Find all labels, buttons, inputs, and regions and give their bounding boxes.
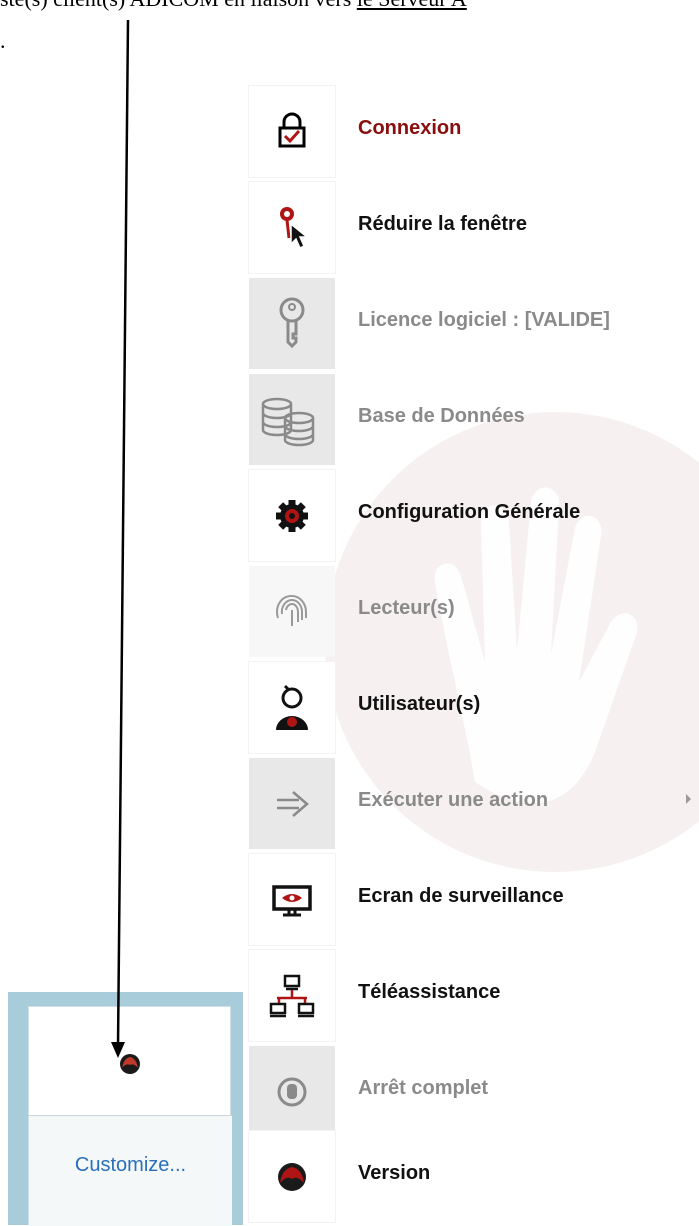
menu-item-label: Version bbox=[358, 1162, 431, 1184]
monitor-eye-icon bbox=[249, 854, 335, 945]
lock-check-icon bbox=[249, 86, 335, 177]
menu-item-label: Téléassistance bbox=[358, 981, 501, 1003]
gear-icon bbox=[249, 470, 335, 561]
arrow-right-icon bbox=[249, 758, 335, 849]
menu-item-label: Base de Données bbox=[358, 405, 525, 427]
menu-item-version[interactable]: Version bbox=[245, 1129, 699, 1225]
tray-popup-panel: Customize... bbox=[28, 1006, 232, 1226]
menu-item-label: Lecteur(s) bbox=[358, 597, 455, 619]
menu-item-label: Arrêt complet bbox=[358, 1077, 489, 1099]
menu-item-label: Exécuter une action bbox=[358, 789, 549, 811]
document-text-line2: . bbox=[0, 28, 6, 53]
menu-item-executer[interactable]: Exécuter une action bbox=[245, 756, 699, 852]
document-text-line: ste(s) client(s) ADICOM en liaison vers … bbox=[0, 0, 699, 12]
menu-item-label: Ecran de surveillance bbox=[358, 885, 564, 907]
menu-item-label: Configuration Générale bbox=[358, 501, 581, 523]
menu-item-ecran-surveillance[interactable]: Ecran de surveillance bbox=[245, 852, 699, 948]
tray-icon-area bbox=[29, 1007, 232, 1115]
menu-item-label: Réduire la fenêtre bbox=[358, 213, 527, 235]
menu-item-label: Licence logiciel : [VALIDE] bbox=[358, 309, 610, 331]
menu-item-reduire[interactable]: Réduire la fenêtre bbox=[245, 180, 699, 276]
menu-item-label: Connexion bbox=[358, 117, 462, 139]
fingerprint-icon bbox=[249, 566, 335, 657]
menu-item-connexion[interactable]: Connexion bbox=[245, 84, 699, 180]
app-logo-icon[interactable] bbox=[117, 1051, 143, 1077]
app-logo-icon bbox=[249, 1131, 335, 1222]
menu-item-arret-complet[interactable]: Arrêt complet bbox=[245, 1044, 699, 1140]
submenu-arrow-icon bbox=[686, 794, 691, 804]
menu-item-configuration[interactable]: Configuration Générale bbox=[245, 468, 699, 564]
menu-item-label: Utilisateur(s) bbox=[358, 693, 481, 715]
menu-item-base-de-donnees[interactable]: Base de Données bbox=[245, 372, 699, 468]
menu-item-teleassistance[interactable]: Téléassistance bbox=[245, 948, 699, 1044]
customize-link[interactable]: Customize... bbox=[29, 1154, 232, 1177]
network-icon bbox=[249, 950, 335, 1041]
key-icon bbox=[249, 278, 335, 369]
cursor-pin-icon bbox=[249, 182, 335, 273]
document-text-underlined: le Serveur A bbox=[357, 0, 467, 11]
menu-item-licence[interactable]: Licence logiciel : [VALIDE] bbox=[245, 276, 699, 372]
document-text: ste(s) client(s) ADICOM en liaison vers bbox=[0, 0, 357, 11]
menu-item-utilisateurs[interactable]: Utilisateur(s) bbox=[245, 660, 699, 756]
tray-overflow-popup: Customize... bbox=[8, 992, 243, 1226]
user-icon bbox=[249, 662, 335, 753]
database-icon bbox=[249, 374, 335, 465]
tray-bottom: Customize... bbox=[29, 1116, 232, 1226]
context-menu: Connexion Réduire la fenêtre Licence log… bbox=[245, 82, 699, 1225]
stop-icon bbox=[249, 1046, 335, 1137]
menu-item-lecteurs[interactable]: Lecteur(s) bbox=[245, 564, 699, 660]
